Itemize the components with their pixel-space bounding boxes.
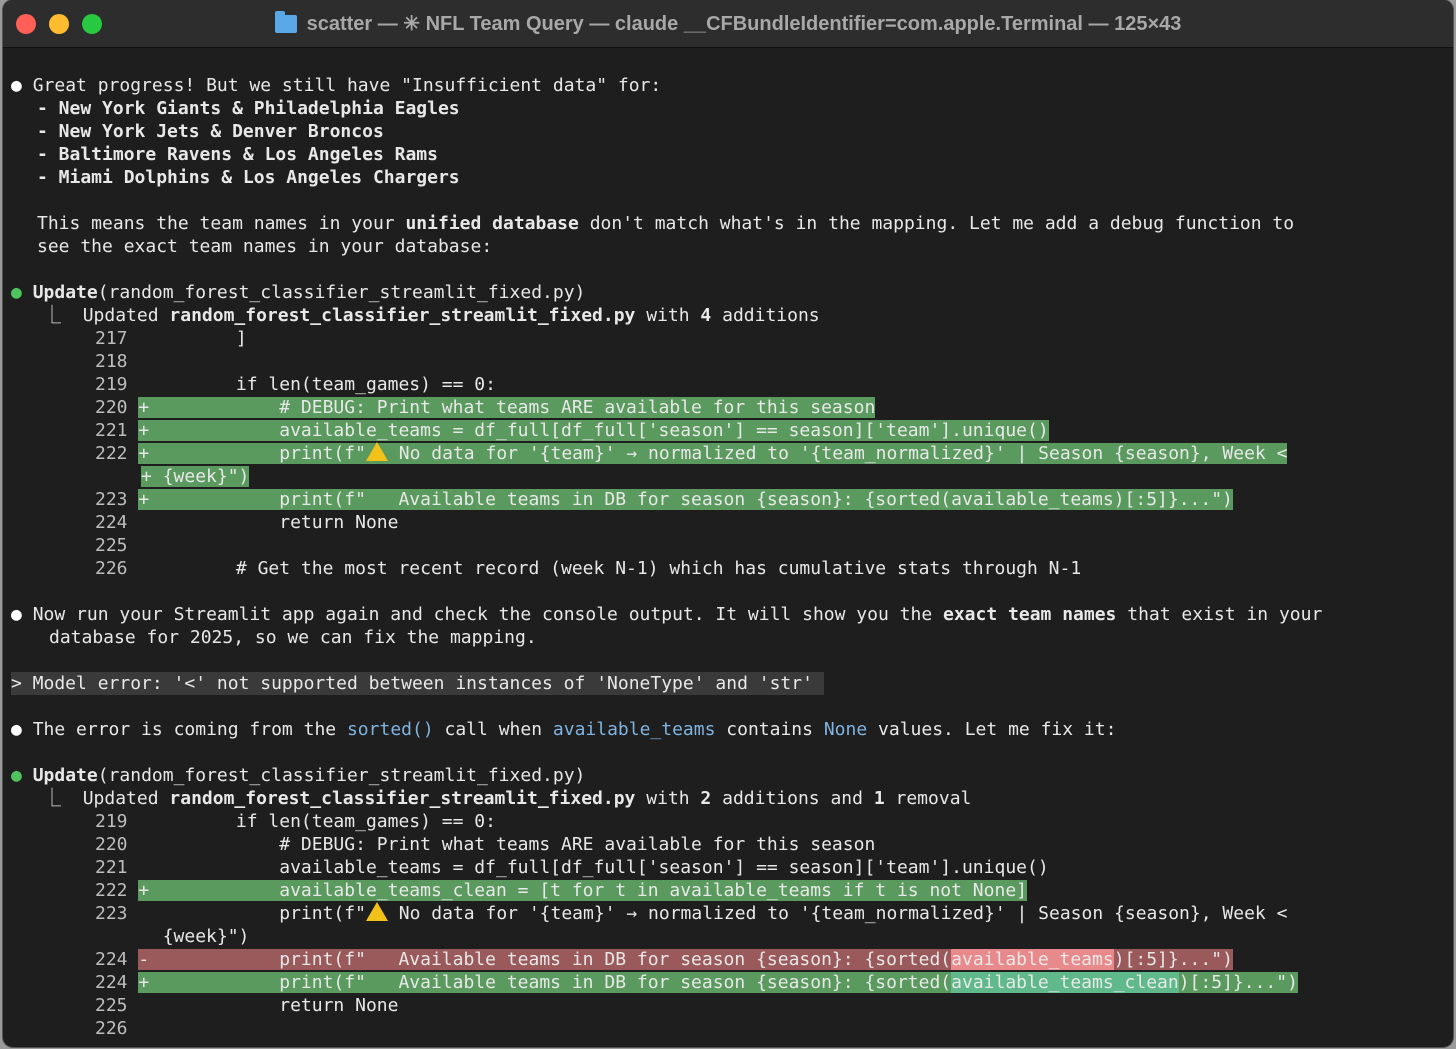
diff-line: 224 return None	[95, 512, 399, 533]
status-dot-icon: ●	[11, 282, 22, 303]
window-title: scatter — ✳ NFL Team Query — claude __CF…	[306, 13, 1182, 35]
tool-call-header: ● Update(random_forest_classifier_stream…	[11, 282, 586, 303]
warning-icon	[365, 442, 388, 461]
diff-line-added: 224 + print(f" Available teams in DB for…	[95, 972, 1298, 993]
warning-icon	[365, 902, 388, 921]
tool-result-summary: ⎿ Updated random_forest_classifier_strea…	[43, 305, 820, 326]
list-item: - Baltimore Ravens & Los Angeles Rams	[37, 144, 438, 165]
window-title-wrap: scatter — ✳ NFL Team Query — claude __CF…	[3, 0, 1453, 47]
bullet-icon: ●	[11, 604, 22, 625]
status-dot-icon: ●	[11, 765, 22, 786]
message-line: database for 2025, so we can fix the map…	[49, 627, 537, 648]
diff-line: 226	[95, 1018, 128, 1039]
terminal-window: scatter — ✳ NFL Team Query — claude __CF…	[3, 0, 1453, 1047]
diff-line-added: + {week}")	[141, 466, 250, 487]
diff-line: 225	[95, 535, 128, 556]
list-item: - New York Jets & Denver Broncos	[37, 121, 384, 142]
diff-line: 220 # DEBUG: Print what teams ARE availa…	[95, 834, 876, 855]
title-bar[interactable]: scatter — ✳ NFL Team Query — claude __CF…	[3, 0, 1453, 48]
diff-line: 218	[95, 351, 128, 372]
message-line: ● The error is coming from the sorted() …	[11, 719, 1117, 740]
diff-line-added: 221 + available_teams = df_full[df_full[…	[95, 420, 1049, 441]
list-item: - Miami Dolphins & Los Angeles Chargers	[37, 167, 460, 188]
diff-line: 223 print(f" No data for '{team}' → norm…	[95, 902, 1288, 924]
terminal-content[interactable]: ● Great progress! But we still have "Ins…	[3, 47, 1453, 1047]
tool-call-header: ● Update(random_forest_classifier_stream…	[11, 765, 586, 786]
diff-line-added: 220 + # DEBUG: Print what teams ARE avai…	[95, 397, 876, 418]
tool-result-summary: ⎿ Updated random_forest_classifier_strea…	[43, 788, 972, 809]
diff-line: 226 # Get the most recent record (week N…	[95, 558, 1082, 579]
diff-line: {week}")	[162, 926, 250, 947]
diff-line-removed: 224 - print(f" Available teams in DB for…	[95, 949, 1233, 970]
bullet-icon: ●	[11, 719, 22, 740]
diff-line: 221 available_teams = df_full[df_full['s…	[95, 857, 1049, 878]
list-item: - New York Giants & Philadelphia Eagles	[37, 98, 460, 119]
diff-line-added: 222 + available_teams_clean = [t for t i…	[95, 880, 1027, 901]
diff-line: 217 ]	[95, 328, 247, 349]
diff-line-added: 223 + print(f" Available teams in DB for…	[95, 489, 1233, 510]
user-prompt[interactable]: > Model error: '<' not supported between…	[11, 672, 824, 695]
message-line: ● Great progress! But we still have "Ins…	[11, 75, 662, 96]
bullet-icon: ●	[11, 75, 22, 96]
diff-line: 225 return None	[95, 995, 399, 1016]
diff-line: 219 if len(team_games) == 0:	[95, 811, 496, 832]
folder-icon	[274, 10, 297, 33]
diff-line-added: 222 + print(f" No data for '{team}' → no…	[95, 442, 1288, 464]
message-line: This means the team names in your unifie…	[37, 213, 1295, 234]
diff-line: 219 if len(team_games) == 0:	[95, 374, 496, 395]
message-line: ● Now run your Streamlit app again and c…	[11, 604, 1323, 625]
corner-icon: ⎿	[43, 305, 61, 326]
message-line: see the exact team names in your databas…	[37, 236, 493, 257]
corner-icon: ⎿	[43, 788, 61, 809]
